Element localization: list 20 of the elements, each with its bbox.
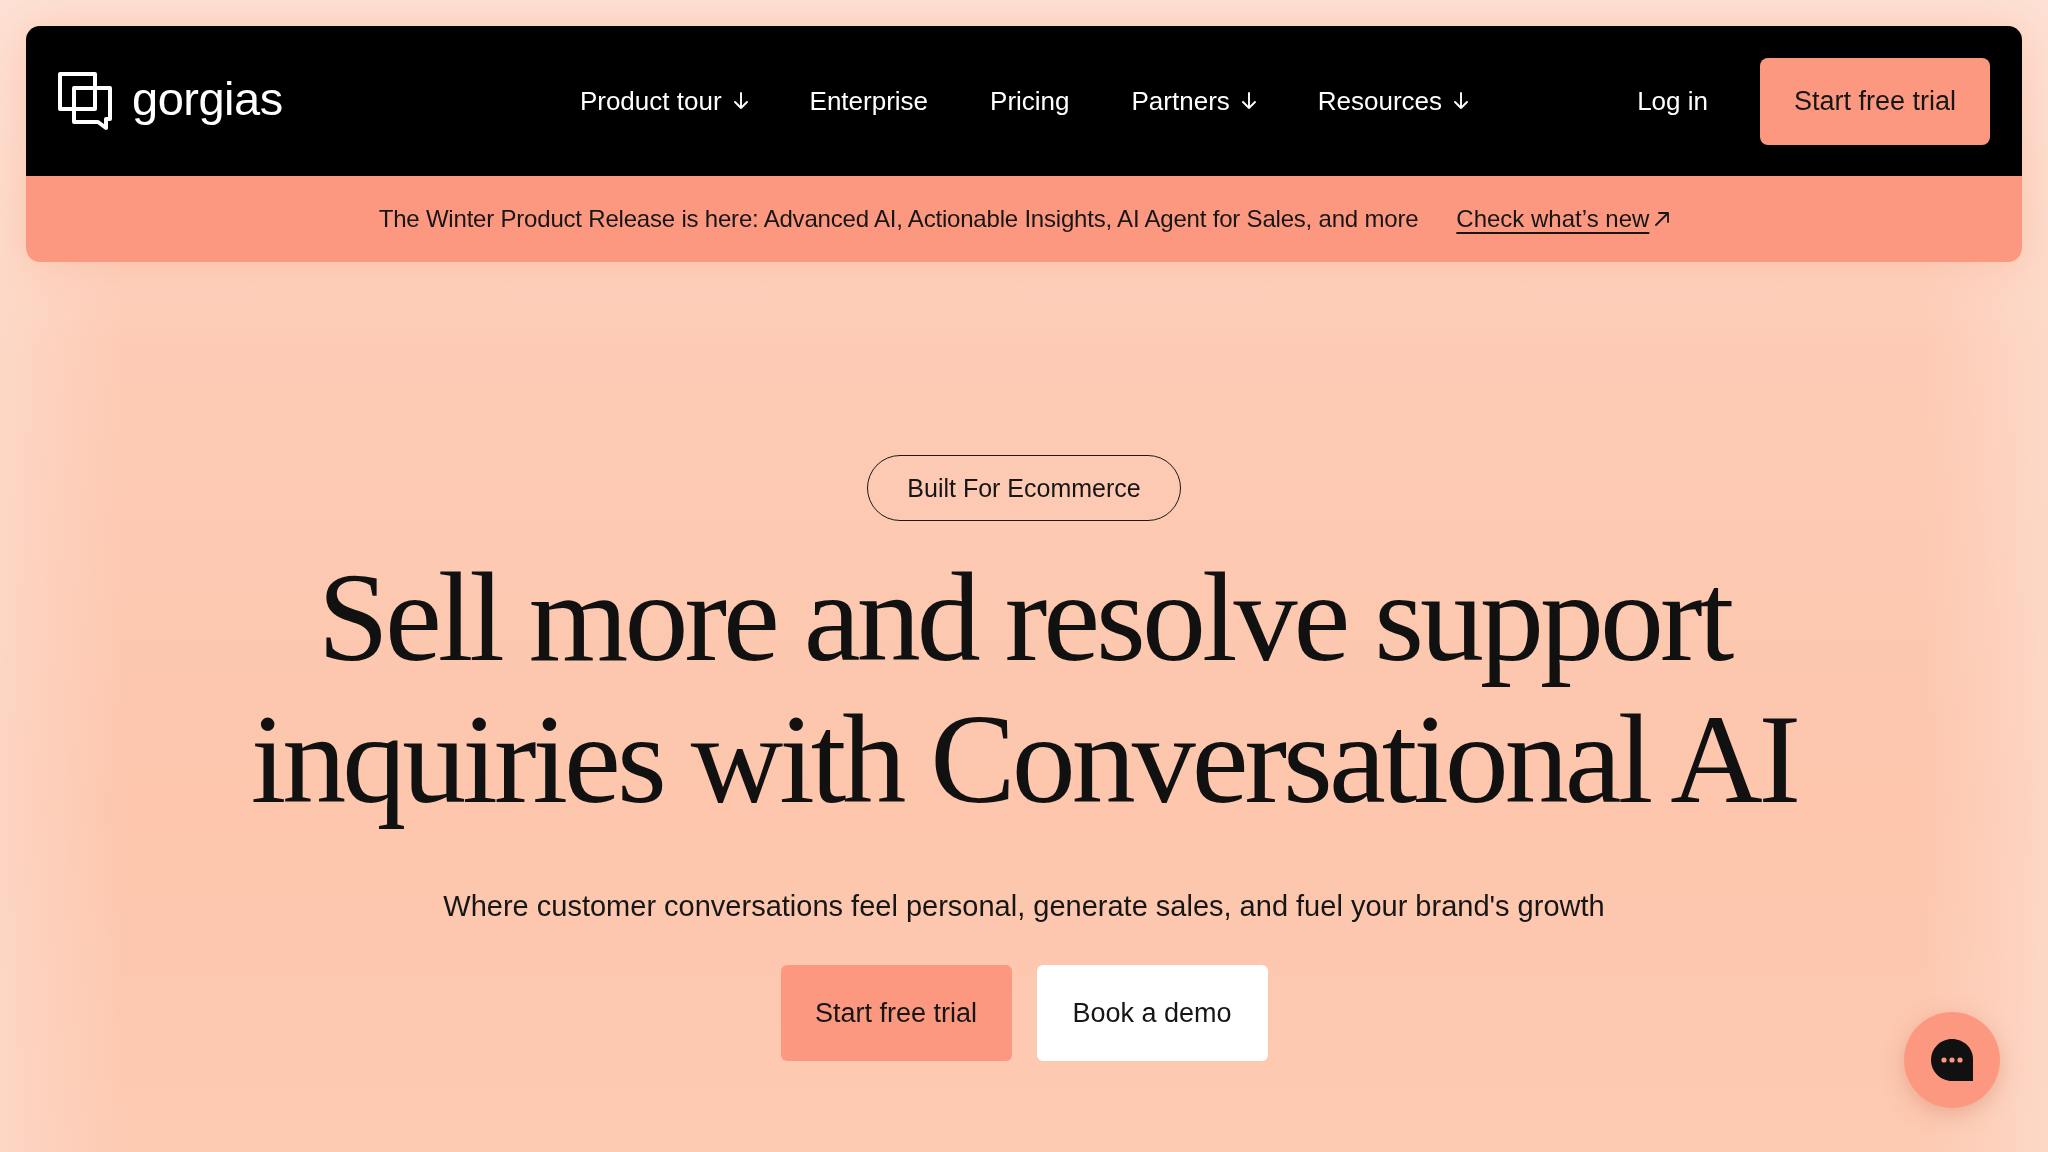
start-trial-button[interactable]: Start free trial bbox=[780, 965, 1012, 1061]
logo-icon bbox=[58, 72, 112, 130]
nav-link[interactable]: Partners bbox=[1131, 85, 1256, 117]
logo-text[interactable]: gorgias bbox=[132, 74, 283, 128]
hero-headline: Sell more and resolve support inquiries with Conversational AI bbox=[250, 546, 1798, 830]
arrow-down-icon bbox=[733, 92, 748, 110]
announcement-text: The Winter Product Release is here: Advanced AI, Actionable Insights, AI Agent for Sales, and more bbox=[378, 205, 1419, 233]
whats-new-link[interactable]: Check what’s new bbox=[1456, 205, 1670, 233]
login-link[interactable]: Log in bbox=[1637, 85, 1708, 117]
chat-bubble-icon bbox=[1930, 1038, 1974, 1082]
start-trial-button[interactable]: Start free trial bbox=[1760, 57, 1990, 145]
arrow-up-right-icon bbox=[1655, 212, 1670, 226]
nav-link[interactable]: Resources bbox=[1317, 85, 1469, 117]
nav-link[interactable]: Pricing bbox=[990, 85, 1070, 117]
arrow-down-icon bbox=[1454, 92, 1469, 110]
hero-subtitle: Where customer conversations feel personal, generate sales, and fuel your brand's growth bbox=[443, 889, 1605, 924]
nav-link[interactable]: Product tour bbox=[579, 85, 748, 117]
book-demo-button[interactable]: Book a demo bbox=[1036, 965, 1268, 1061]
nav-link[interactable]: Enterprise bbox=[809, 85, 929, 117]
arrow-down-icon bbox=[1241, 92, 1256, 110]
